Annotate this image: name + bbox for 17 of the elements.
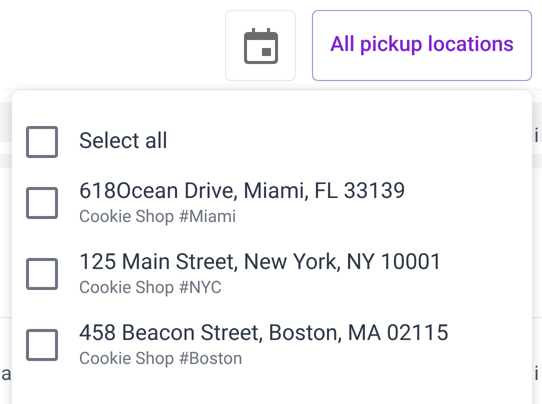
checkbox[interactable] (26, 187, 58, 219)
background-text: i (534, 363, 539, 383)
shop-name: Cookie Shop #Miami (79, 206, 238, 228)
address-label[interactable]: 618Ocean Drive, Miami, FL 33139 (79, 178, 406, 206)
location-filter-button[interactable]: All pickup locations (312, 10, 532, 81)
background-text: i (534, 125, 539, 145)
background-text: a (1, 363, 12, 383)
address-label[interactable]: 458 Beacon Street, Boston, MA 02115 (79, 320, 448, 348)
checkbox[interactable] (26, 126, 58, 158)
calendar-button[interactable] (225, 10, 296, 81)
address-label[interactable]: 125 Main Street, New York, NY 10001 (79, 249, 442, 277)
shop-name: Cookie Shop #Boston (79, 348, 244, 370)
checkbox[interactable] (26, 258, 58, 290)
shop-name: Cookie Shop #NYC (79, 277, 223, 299)
checkbox[interactable] (26, 329, 58, 361)
select-all-label[interactable]: Select all (79, 125, 168, 158)
calendar-icon (244, 28, 278, 64)
